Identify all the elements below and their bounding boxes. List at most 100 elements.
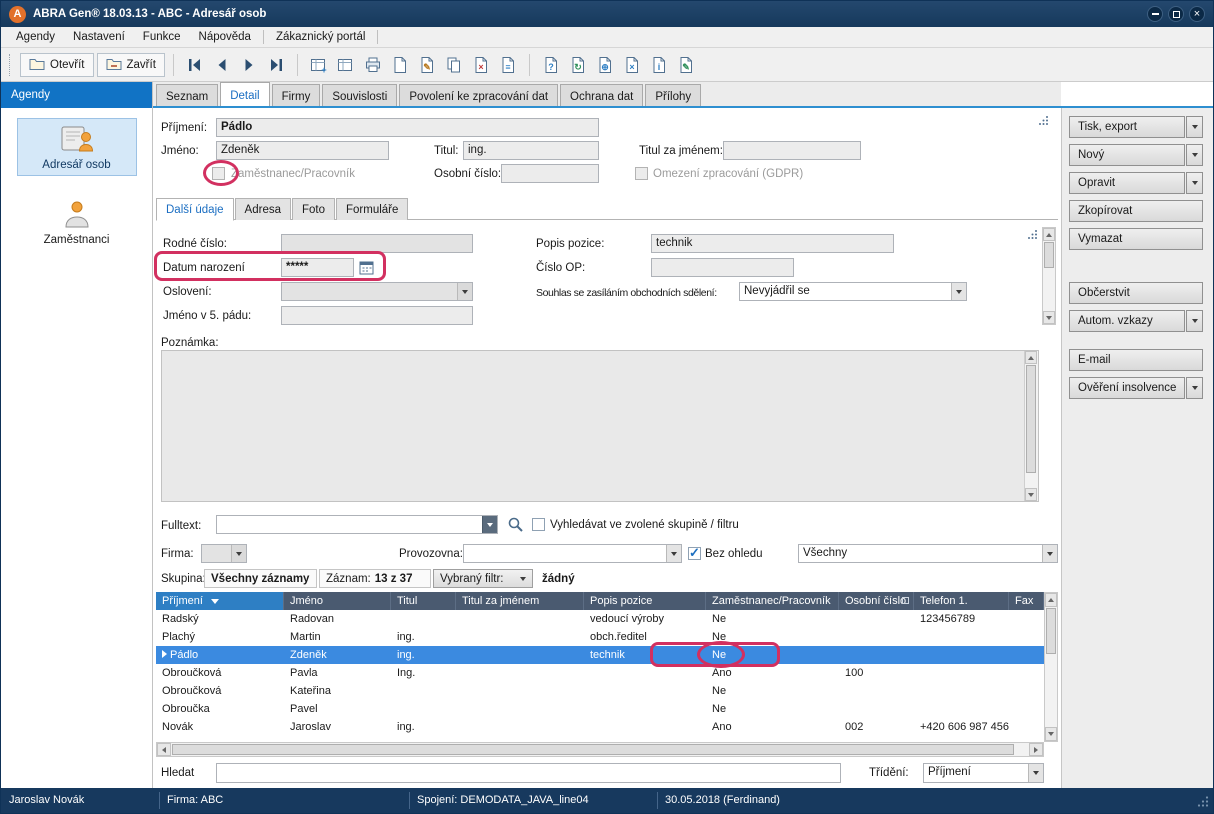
tab-firmy[interactable]: Firmy bbox=[272, 84, 321, 108]
tab-seznam[interactable]: Seznam bbox=[156, 84, 218, 108]
menu-agendy[interactable]: Agendy bbox=[7, 28, 64, 46]
scroll-down-button[interactable] bbox=[1043, 311, 1055, 324]
minimize-button[interactable] bbox=[1147, 6, 1163, 22]
titul-field[interactable]: ing. bbox=[463, 141, 599, 160]
dropdown-arrow-icon[interactable] bbox=[231, 545, 246, 562]
bez-ohledu-checkbox[interactable] bbox=[688, 547, 701, 560]
table-row[interactable]: PlachýMartining.obch.ředitelNe bbox=[156, 628, 1044, 646]
action-opravit-dropdown[interactable] bbox=[1186, 172, 1203, 194]
attach-page-icon[interactable]: ⊕ bbox=[592, 53, 618, 77]
info-page-icon[interactable]: i bbox=[646, 53, 672, 77]
table-row[interactable]: RadskýRadovanvedoucí výrobyNe123456789 bbox=[156, 610, 1044, 628]
scroll-down-button[interactable] bbox=[1045, 727, 1057, 741]
dropdown-arrow-icon[interactable] bbox=[951, 283, 966, 300]
dropdown-arrow-icon[interactable] bbox=[1028, 764, 1043, 782]
table-vscrollbar[interactable] bbox=[1044, 592, 1058, 742]
column-header-titul[interactable]: Titul bbox=[391, 592, 456, 610]
scroll-down-button[interactable] bbox=[1025, 488, 1037, 501]
tab-prilohy[interactable]: Přílohy bbox=[645, 84, 701, 108]
scroll-right-button[interactable] bbox=[1029, 743, 1043, 756]
check-page-icon[interactable]: ✎ bbox=[673, 53, 699, 77]
new-window-icon[interactable]: + bbox=[306, 53, 332, 77]
edit-page-icon[interactable]: ✎ bbox=[414, 53, 440, 77]
column-header-telefon-1[interactable]: Telefon 1. bbox=[914, 592, 1009, 610]
open-button[interactable]: Otevřít bbox=[20, 53, 94, 77]
table-row[interactable]: ObroučkováKateřinaNe bbox=[156, 682, 1044, 700]
datum-narozeni-field[interactable]: ***** bbox=[281, 258, 354, 277]
scroll-up-button[interactable] bbox=[1045, 593, 1057, 607]
scroll-up-button[interactable] bbox=[1043, 228, 1055, 241]
column-header-fax[interactable]: Fax bbox=[1009, 592, 1044, 610]
action-e-mail-button[interactable]: E-mail bbox=[1069, 349, 1203, 371]
menu-zakaznicky-portal[interactable]: Zákaznický portál bbox=[267, 28, 374, 46]
column-header-titul-za-jmenem[interactable]: Titul za jménem bbox=[456, 592, 584, 610]
scroll-thumb[interactable] bbox=[1044, 242, 1054, 268]
action-novy-dropdown[interactable] bbox=[1186, 144, 1203, 166]
jmeno-5-pad-field[interactable] bbox=[281, 306, 473, 325]
action-vymazat-button[interactable]: Vymazat bbox=[1069, 228, 1203, 250]
menu-nastaveni[interactable]: Nastavení bbox=[64, 28, 134, 46]
scroll-thumb[interactable] bbox=[1026, 365, 1036, 473]
scroll-left-button[interactable] bbox=[157, 743, 171, 756]
prijmeni-field[interactable]: Pádlo bbox=[216, 118, 599, 137]
scroll-thumb[interactable] bbox=[1046, 608, 1056, 654]
close-agenda-button[interactable]: Zavřít bbox=[97, 53, 165, 77]
action-tisk-export-dropdown[interactable] bbox=[1186, 116, 1203, 138]
vybrany-filtr-button[interactable]: Vybraný filtr: bbox=[433, 569, 533, 588]
close-page-icon[interactable]: × bbox=[619, 53, 645, 77]
action-novy-button[interactable]: Nový bbox=[1069, 144, 1185, 166]
action-overeni-insolvence-button[interactable]: Ověření insolvence bbox=[1069, 377, 1185, 399]
table-row[interactable]: ObroučkaPavelNe bbox=[156, 700, 1044, 718]
export-page-icon[interactable]: ≡ bbox=[495, 53, 521, 77]
maximize-button[interactable] bbox=[1168, 6, 1184, 22]
action-autom-vzkazy-dropdown[interactable] bbox=[1186, 310, 1203, 332]
provozovna-combobox[interactable] bbox=[463, 544, 682, 563]
dropdown-arrow-icon[interactable] bbox=[1042, 545, 1057, 562]
scroll-up-button[interactable] bbox=[1025, 351, 1037, 364]
open-table-icon[interactable] bbox=[333, 53, 359, 77]
action-obcerstvit-button[interactable]: Občerstvit bbox=[1069, 282, 1203, 304]
menu-napoveda[interactable]: Nápověda bbox=[190, 28, 260, 46]
resize-grip-icon[interactable] bbox=[1197, 795, 1210, 811]
table-row[interactable]: ObroučkováPavlaIng.Ano100 bbox=[156, 664, 1044, 682]
expand-handle-icon[interactable] bbox=[1026, 228, 1039, 241]
action-tisk-export-button[interactable]: Tisk, export bbox=[1069, 116, 1185, 138]
first-record-icon[interactable] bbox=[182, 53, 208, 77]
subtab-dalsi-udaje[interactable]: Další údaje bbox=[156, 198, 234, 221]
tab-povoleni-ke-zpracovani-dat[interactable]: Povolení ke zpracování dat bbox=[399, 84, 558, 108]
search-icon[interactable] bbox=[505, 515, 525, 534]
souhlas-combobox[interactable]: Nevyjádřil se bbox=[739, 282, 967, 301]
column-header-jmeno[interactable]: Jméno bbox=[284, 592, 391, 610]
zamestnanec-checkbox[interactable] bbox=[212, 167, 225, 180]
copy-page-icon[interactable] bbox=[441, 53, 467, 77]
tab-detail[interactable]: Detail bbox=[220, 82, 269, 108]
action-opravit-button[interactable]: Opravit bbox=[1069, 172, 1185, 194]
table-row[interactable]: NovákJaroslaving.Ano002+420 606 987 456 bbox=[156, 718, 1044, 736]
group-filter-checkbox[interactable] bbox=[532, 518, 545, 531]
action-zkopirovat-button[interactable]: Zkopírovat bbox=[1069, 200, 1203, 222]
help-page-icon[interactable]: ? bbox=[538, 53, 564, 77]
last-record-icon[interactable] bbox=[263, 53, 289, 77]
sidebar-item-zamestnanci[interactable]: Zaměstnanci bbox=[17, 194, 137, 250]
osloveni-combobox[interactable] bbox=[281, 282, 473, 301]
refresh-page-icon[interactable]: ↻ bbox=[565, 53, 591, 77]
popis-pozice-field[interactable]: technik bbox=[651, 234, 894, 253]
subtab-formulare[interactable]: Formuláře bbox=[336, 198, 408, 220]
skupina-panel[interactable]: Všechny záznamy bbox=[204, 569, 317, 588]
subtab-adresa[interactable]: Adresa bbox=[235, 198, 291, 220]
menu-funkce[interactable]: Funkce bbox=[134, 28, 190, 46]
scroll-thumb[interactable] bbox=[172, 744, 1014, 755]
dropdown-arrow-icon[interactable] bbox=[482, 516, 497, 533]
print-icon[interactable] bbox=[360, 53, 386, 77]
firma-combobox[interactable] bbox=[201, 544, 247, 563]
column-header-osobni-cislo[interactable]: Osobní číslo bbox=[839, 592, 914, 610]
gdpr-checkbox[interactable] bbox=[635, 167, 648, 180]
fulltext-combobox[interactable] bbox=[216, 515, 498, 534]
table-row[interactable]: PádloZdeněking.technikNe bbox=[156, 646, 1044, 664]
expand-handle-icon[interactable] bbox=[1037, 114, 1050, 127]
action-overeni-insolvence-dropdown[interactable] bbox=[1186, 377, 1203, 399]
new-page-icon[interactable] bbox=[387, 53, 413, 77]
dropdown-arrow-icon[interactable] bbox=[666, 545, 681, 562]
previous-record-icon[interactable] bbox=[209, 53, 235, 77]
scope-combobox[interactable]: Všechny bbox=[798, 544, 1058, 563]
